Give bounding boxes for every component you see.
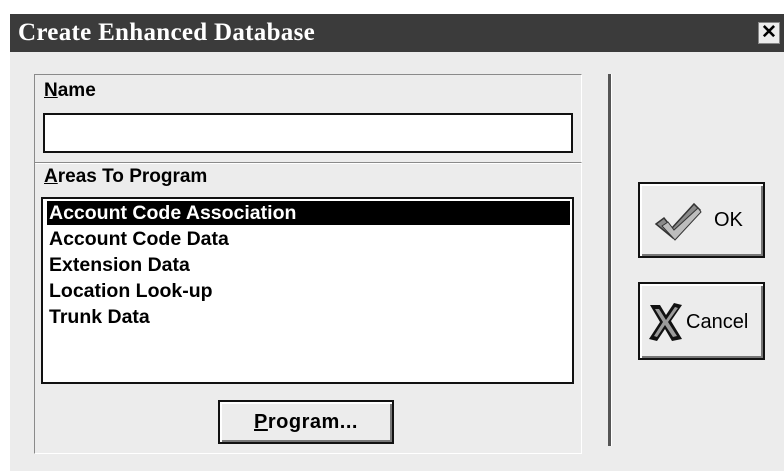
list-item-location-look-up[interactable]: Location Look-up	[47, 279, 213, 303]
list-item-account-code-association[interactable]: Account Code Association	[47, 201, 570, 225]
close-button[interactable]: ✕	[758, 22, 780, 44]
ok-button-label: OK	[714, 209, 743, 231]
checkmark-icon	[654, 202, 702, 241]
program-label-text: rogram...	[267, 411, 358, 433]
cancel-button[interactable]: Cancel	[638, 282, 765, 360]
title-bar[interactable]: Create Enhanced Database ✕	[10, 14, 784, 52]
name-label: Name	[44, 80, 96, 102]
cancel-button-label: Cancel	[686, 311, 749, 333]
program-button-label: Program...	[220, 402, 392, 442]
program-button[interactable]: Program...	[218, 400, 394, 444]
areas-label-accelerator: A	[44, 166, 58, 187]
list-item-trunk-data[interactable]: Trunk Data	[47, 305, 150, 329]
program-label-accelerator: P	[254, 411, 268, 433]
window-title: Create Enhanced Database	[18, 19, 316, 46]
areas-listbox[interactable]: Account Code Association Account Code Da…	[41, 197, 574, 384]
list-item-extension-data[interactable]: Extension Data	[47, 253, 190, 277]
areas-label-text: reas To Program	[57, 166, 208, 187]
ok-button[interactable]: OK	[638, 182, 765, 258]
name-label-accelerator: N	[44, 80, 58, 101]
create-enhanced-database-dialog: Create Enhanced Database ✕ Name Areas To…	[10, 14, 784, 471]
close-icon: ✕	[761, 22, 777, 43]
areas-to-program-label: Areas To Program	[44, 166, 207, 188]
x-cancel-icon	[649, 303, 682, 341]
list-item-account-code-data[interactable]: Account Code Data	[47, 227, 229, 251]
name-label-text: ame	[57, 80, 96, 101]
vertical-separator	[608, 74, 612, 446]
name-input[interactable]	[43, 113, 573, 153]
